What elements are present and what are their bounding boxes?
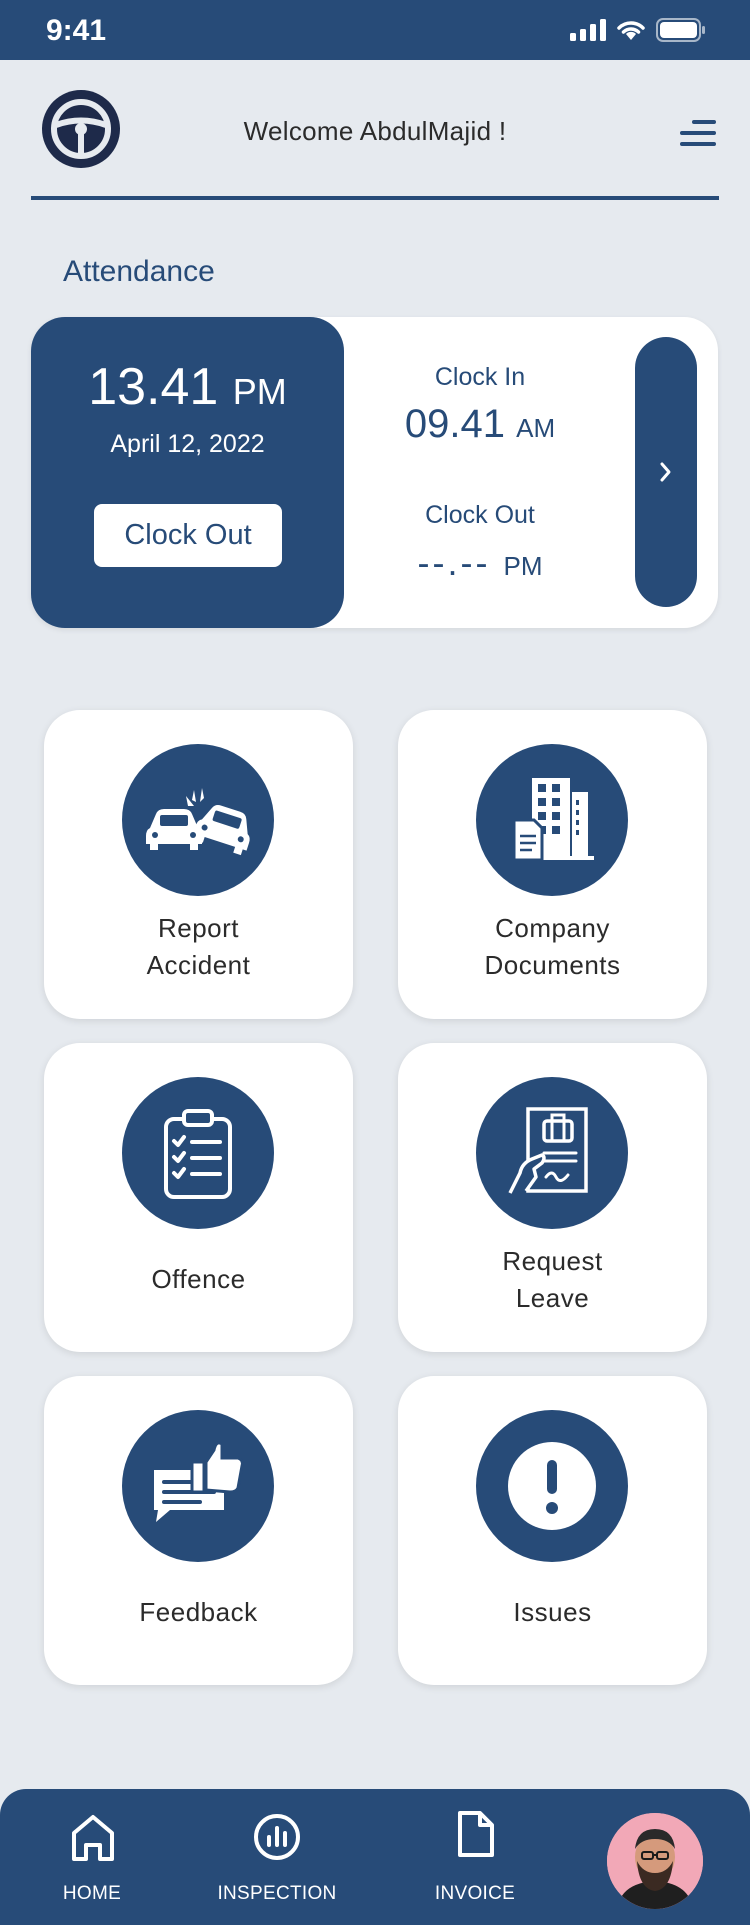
- inspection-chart-icon: [254, 1814, 300, 1860]
- tile-label: Offence: [151, 1264, 246, 1294]
- clipboard-checklist-icon: [164, 1109, 232, 1199]
- tile-label: Report Accident: [44, 910, 353, 984]
- current-time-value: 13.41: [88, 358, 219, 416]
- invoice-file-icon: [458, 1811, 494, 1857]
- tile-label: Request Leave: [398, 1243, 707, 1317]
- status-icons: [570, 18, 706, 42]
- menu-icon[interactable]: [678, 116, 718, 150]
- clock-out-time: --.-- PM: [344, 542, 616, 584]
- tile-label-line-2: Leave: [515, 1283, 590, 1313]
- wifi-icon: [617, 21, 645, 40]
- header: Welcome AbdulMajid !: [0, 60, 750, 202]
- current-time-ampm: PM: [232, 371, 287, 412]
- tile-icon-circle: [476, 1410, 628, 1562]
- feedback-icon: [154, 1441, 244, 1522]
- tile-feedback[interactable]: Feedback: [44, 1376, 353, 1685]
- tile-icon-circle: [122, 1410, 274, 1562]
- attendance-card: 13.41 PM April 12, 2022 Clock Out Clock …: [31, 317, 718, 628]
- clock-out-button[interactable]: Clock Out: [94, 504, 282, 567]
- nav-item-inspection[interactable]: INSPECTION: [212, 1789, 342, 1925]
- tile-label-line-1: Request: [502, 1246, 603, 1276]
- tile-label: Feedback: [139, 1597, 258, 1627]
- home-icon: [72, 1815, 114, 1861]
- current-time-panel: 13.41 PM April 12, 2022 Clock Out: [31, 317, 344, 628]
- nav-label: HOME: [62, 1883, 122, 1904]
- signal-icon: [570, 19, 606, 41]
- clock-in-label: Clock In: [434, 363, 526, 391]
- nav-item-invoice[interactable]: INVOICE: [425, 1789, 525, 1925]
- bottom-nav: HOME INSPECTION INVOICE: [0, 1789, 750, 1925]
- tile-issues[interactable]: Issues: [398, 1376, 707, 1685]
- avatar[interactable]: [607, 1813, 703, 1909]
- clock-out-ampm: PM: [503, 551, 543, 581]
- clock-in-time: 09.41 AM: [344, 402, 616, 447]
- status-time: 9:41: [46, 14, 107, 47]
- nav-item-home[interactable]: HOME: [52, 1789, 132, 1925]
- exclamation-icon: [508, 1442, 596, 1530]
- tile-label-line-1: Company: [495, 913, 610, 943]
- tile-report-accident[interactable]: Report Accident: [44, 710, 353, 1019]
- nav-label: INSPECTION: [217, 1883, 337, 1904]
- clock-out-label: Clock Out: [425, 501, 535, 529]
- tile-label: Issues: [513, 1597, 592, 1627]
- tile-company-documents[interactable]: Company Documents: [398, 710, 707, 1019]
- status-bar: 9:41: [0, 0, 750, 60]
- car-accident-icon: [146, 788, 250, 856]
- battery-icon: [656, 18, 705, 42]
- tile-icon-circle: [476, 744, 628, 896]
- attendance-next-button[interactable]: [635, 337, 697, 607]
- current-time: 13.41 PM: [31, 357, 344, 417]
- tile-label-line-2: Accident: [146, 950, 251, 980]
- clock-in-ampm: AM: [516, 413, 556, 443]
- tile-icon-circle: [476, 1077, 628, 1229]
- tile-icon-circle: [122, 744, 274, 896]
- clock-out-value: --.--: [417, 542, 491, 583]
- current-date: April 12, 2022: [110, 430, 265, 458]
- chevron-right-icon: [660, 462, 671, 482]
- tile-label-line-2: Documents: [484, 950, 621, 980]
- clock-summary: Clock In 09.41 AM Clock Out --.-- PM: [344, 317, 616, 628]
- tile-label-line-1: Report: [157, 913, 240, 943]
- attendance-title: Attendance: [63, 255, 215, 288]
- nav-label: INVOICE: [434, 1883, 516, 1904]
- header-divider: [31, 196, 719, 200]
- clock-in-value: 09.41: [404, 402, 505, 446]
- tile-request-leave[interactable]: Request Leave: [398, 1043, 707, 1352]
- leave-request-icon: [508, 1107, 588, 1194]
- welcome-text: Welcome AbdulMajid !: [243, 116, 507, 146]
- tile-icon-circle: [122, 1077, 274, 1229]
- documents-building-icon: [512, 778, 594, 862]
- tile-label: Company Documents: [398, 910, 707, 984]
- tile-offence[interactable]: Offence: [44, 1043, 353, 1352]
- avatar-image: [607, 1813, 703, 1909]
